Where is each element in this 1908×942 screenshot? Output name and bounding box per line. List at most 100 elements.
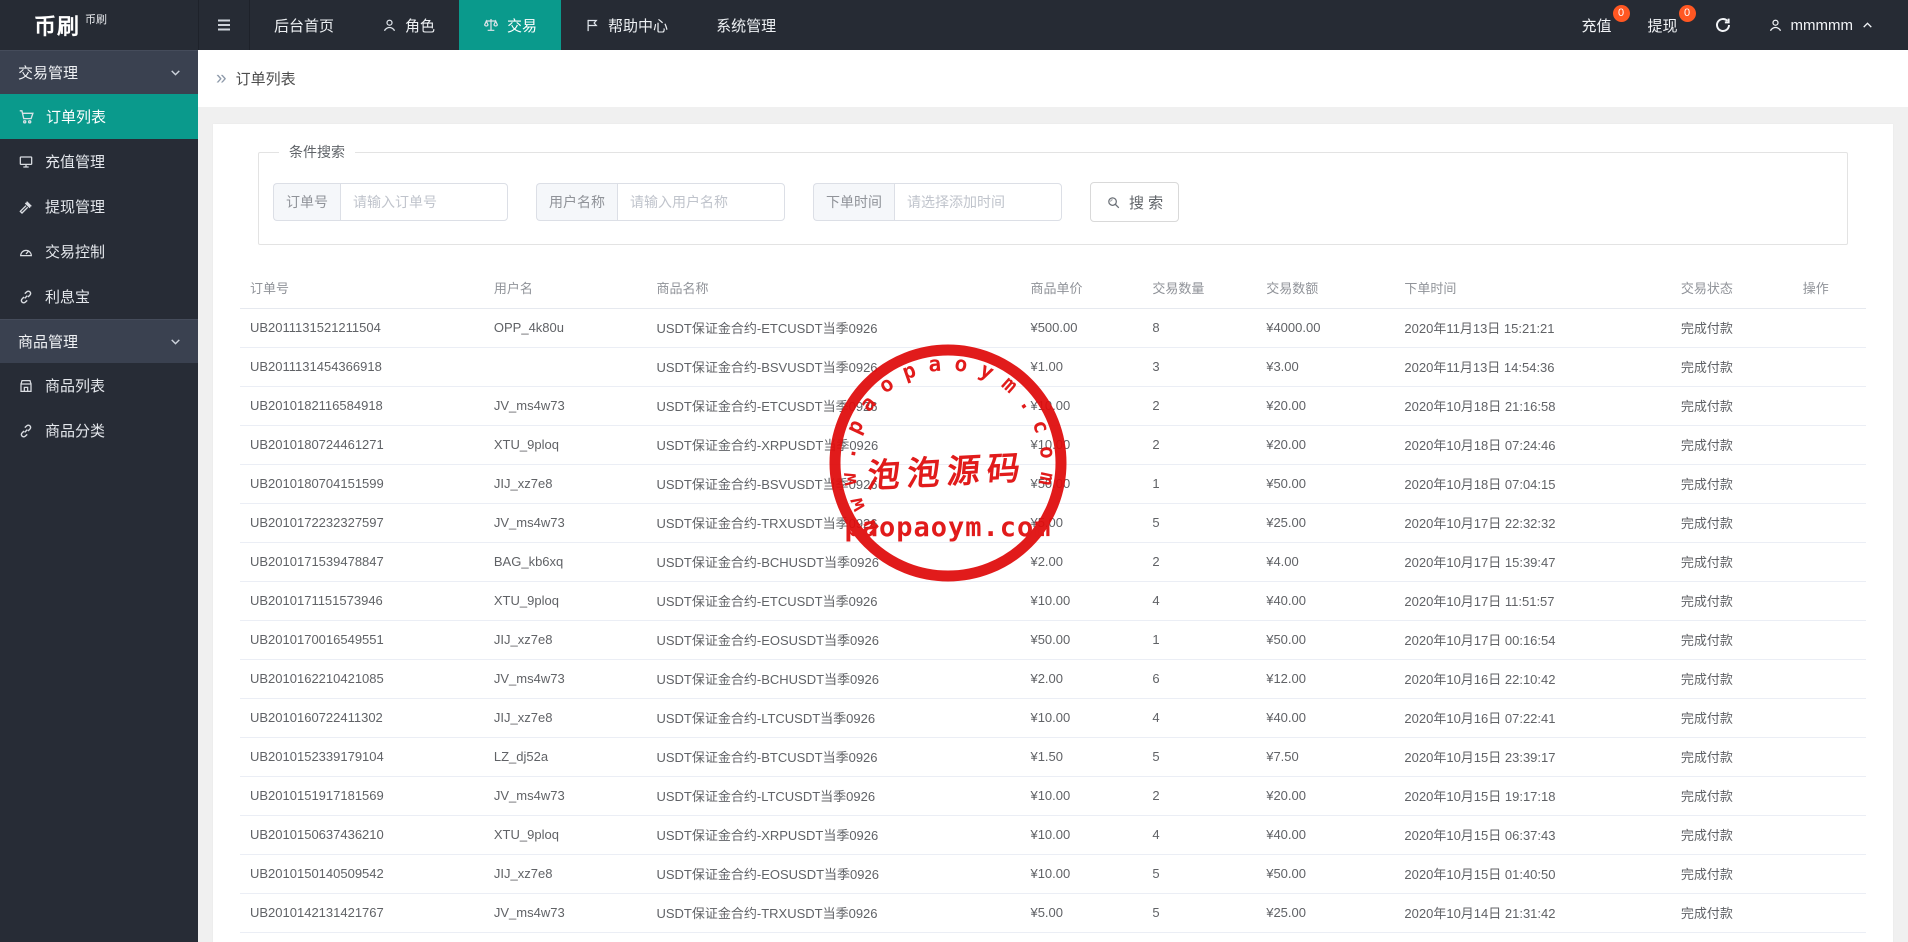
order-no-input[interactable] <box>340 183 508 221</box>
nav-item-system[interactable]: 系统管理 <box>692 0 800 50</box>
sidebar-group-goods[interactable]: 商品管理 <box>0 319 198 363</box>
cell-amount: ¥12.00 <box>1256 659 1395 699</box>
nav-item-help[interactable]: 帮助中心 <box>561 0 692 50</box>
sidebar-item-recharge-mgmt[interactable]: 充值管理 <box>0 139 198 184</box>
cell-amount: ¥40.00 <box>1256 815 1395 855</box>
cell-amount: ¥20.00 <box>1256 386 1395 426</box>
cart-icon <box>18 108 35 125</box>
cell-username: JIJ_xz7e8 <box>483 464 647 504</box>
order-card: 条件搜索 订单号 用户名称 下单时间 <box>213 124 1893 942</box>
cell-price: ¥10.00 <box>1020 854 1143 894</box>
cell-amount: ¥20.00 <box>1256 425 1395 465</box>
topbar: 币刷 币刷 后台首页 角色 交易 帮助中心 系统管理 充值 0 提现 0 mmm… <box>0 0 1908 50</box>
cell-price: ¥500.00 <box>1020 308 1143 348</box>
cell-status: 完成付款 <box>1670 386 1793 426</box>
cell-qty: 3 <box>1142 347 1257 387</box>
cell-actions <box>1792 620 1866 660</box>
cell-price: ¥5.00 <box>1020 503 1143 543</box>
cell-status: 完成付款 <box>1670 347 1793 387</box>
sidebar-item-label: 商品列表 <box>45 378 106 395</box>
cell-actions <box>1792 308 1866 348</box>
cell-price: ¥50.00 <box>1020 620 1143 660</box>
cell-order-no: UB2010150140509542 <box>240 854 484 894</box>
cell-time: 2020年10月18日 21:16:58 <box>1394 386 1671 426</box>
cell-product: USDT保证金合约-LTCUSDT当季0926 <box>646 698 1021 738</box>
sidebar-item-label: 交易控制 <box>45 244 106 261</box>
cell-status: 完成付款 <box>1670 659 1793 699</box>
cell-order-no: UB2010151917181569 <box>240 776 484 816</box>
table-row: UB2011131454366918 USDT保证金合约-BSVUSDT当季09… <box>240 347 1866 387</box>
cell-status: 完成付款 <box>1670 698 1793 738</box>
gavel-icon <box>18 199 34 215</box>
sidebar-item-trade-control[interactable]: 交易控制 <box>0 229 198 274</box>
cell-order-no: UB2010182116584918 <box>240 386 484 426</box>
nav-item-dashboard[interactable]: 后台首页 <box>250 0 358 50</box>
col-amount: 交易数额 <box>1256 267 1395 309</box>
cell-product: USDT保证金合约-ETCUSDT当季0926 <box>646 386 1021 426</box>
cell-product: USDT保证金合约-EOSUSDT当季0926 <box>646 854 1021 894</box>
orders-table: 订单号 用户名 商品名称 商品单价 交易数量 交易数额 下单时间 交易状态 操作 <box>240 267 1866 942</box>
cell-price: ¥1.50 <box>1020 737 1143 777</box>
sidebar-item-withdraw-mgmt[interactable]: 提现管理 <box>0 184 198 229</box>
cell-actions <box>1792 854 1866 894</box>
nav-item-label: 角色 <box>405 17 436 35</box>
cell-amount: ¥50.00 <box>1256 464 1395 504</box>
chevron-up-icon <box>1861 19 1874 32</box>
cell-username: XTU_9ploq <box>483 815 647 855</box>
order-no-label: 订单号 <box>273 183 340 221</box>
cell-username: JV_ms4w73 <box>483 386 647 426</box>
col-price: 商品单价 <box>1020 267 1143 309</box>
search-panel-legend: 条件搜索 <box>289 144 345 160</box>
cell-actions <box>1792 347 1866 387</box>
table-row: UB2010171539478847 BAG_kb6xq USDT保证金合约-B… <box>240 542 1866 582</box>
cell-product: USDT保证金合约-XRPUSDT当季0926 <box>646 425 1021 465</box>
order-time-input[interactable] <box>894 183 1062 221</box>
sidebar-item-order-list[interactable]: 订单列表 <box>0 94 198 139</box>
cell-status: 完成付款 <box>1670 854 1793 894</box>
search-icon <box>1106 195 1121 210</box>
cell-status: 完成付款 <box>1670 464 1793 504</box>
search-button[interactable]: 搜 索 <box>1090 182 1180 222</box>
withdraw-link[interactable]: 提现 0 <box>1648 4 1696 36</box>
link-icon <box>18 289 34 305</box>
col-order-no: 订单号 <box>240 267 484 309</box>
gauge-icon <box>18 244 34 260</box>
cell-status: 完成付款 <box>1670 815 1793 855</box>
sidebar-item-label: 充值管理 <box>45 154 106 171</box>
table-row: UB2010150140509542 JIJ_xz7e8 USDT保证金合约-E… <box>240 854 1866 894</box>
table-row: UB2010162210421085 JV_ms4w73 USDT保证金合约-B… <box>240 659 1866 699</box>
nav-item-roles[interactable]: 角色 <box>358 0 459 50</box>
logo[interactable]: 币刷 币刷 <box>0 0 198 50</box>
cell-price: ¥50.00 <box>1020 464 1143 504</box>
hamburger-button[interactable] <box>198 0 250 50</box>
user-icon <box>382 18 397 33</box>
cell-order-no: UB2010160722411302 <box>240 698 484 738</box>
sidebar-item-goods-category[interactable]: 商品分类 <box>0 408 198 453</box>
col-actions: 操作 <box>1792 267 1866 309</box>
username-label: 用户名称 <box>536 183 617 221</box>
store-icon <box>18 378 34 394</box>
cell-qty: 5 <box>1142 503 1257 543</box>
orders-table-wrap: 订单号 用户名 商品名称 商品单价 交易数量 交易数额 下单时间 交易状态 操作 <box>240 267 1866 942</box>
username-input[interactable] <box>617 183 785 221</box>
billboard-icon <box>18 154 34 170</box>
cell-order-no: UB2010170016549551 <box>240 620 484 660</box>
recharge-link[interactable]: 充值 0 <box>1581 4 1630 36</box>
refresh-button[interactable] <box>1714 16 1732 34</box>
user-menu[interactable]: mmmmm <box>1768 17 1874 34</box>
cell-price: ¥2.00 <box>1020 542 1143 582</box>
nav-item-label: 后台首页 <box>274 17 335 35</box>
sidebar-group-trade[interactable]: 交易管理 <box>0 50 198 94</box>
flag-icon <box>585 18 600 33</box>
sidebar-item-label: 订单列表 <box>46 109 107 126</box>
order-no-group: 订单号 <box>273 183 508 221</box>
chevron-down-icon <box>169 66 182 79</box>
nav-item-trade[interactable]: 交易 <box>459 0 562 50</box>
cell-order-no: UB2011131454366918 <box>240 347 484 387</box>
nav-item-label: 帮助中心 <box>608 17 669 35</box>
cell-amount: ¥20.00 <box>1256 776 1395 816</box>
sidebar-item-interest[interactable]: 利息宝 <box>0 274 198 319</box>
sidebar-item-goods-list[interactable]: 商品列表 <box>0 363 198 408</box>
cell-order-no: UB2010171151573946 <box>240 581 484 621</box>
cell-actions <box>1792 386 1866 426</box>
